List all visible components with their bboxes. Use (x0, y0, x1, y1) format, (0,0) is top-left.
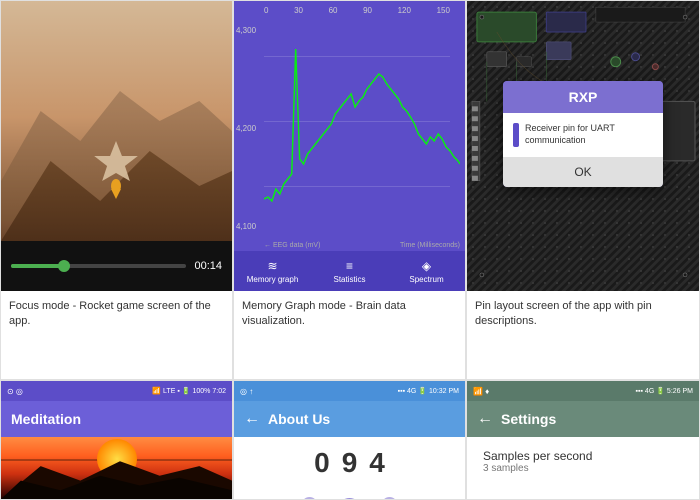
dialog-body: Receiver pin for UART communication (503, 113, 663, 157)
playback-time: 00:14 (194, 260, 222, 272)
memory-graph-screenshot: 4,300 4,200 4,100 0 30 60 90 120 150 ← E… (234, 1, 465, 291)
meditation-title: Meditation (11, 411, 81, 427)
settings-content: Samples per second 3 samples (467, 437, 699, 499)
about-status-bar: ◎ ↑ ▪▪▪ 4G 🔋 10:32 PM (234, 381, 465, 401)
settings-label: Samples per second (483, 449, 683, 463)
memory-graph-caption: Memory Graph mode - Brain data visualiza… (234, 291, 465, 380)
settings-title: Settings (501, 411, 556, 427)
settings-back-arrow-icon[interactable]: ← (477, 410, 493, 428)
tab-spectrum[interactable]: ◈ Spectrum (388, 259, 465, 284)
progress-bar-area: 00:14 (1, 241, 232, 291)
molecule-decoration (242, 485, 457, 499)
about-number-0: 0 (314, 449, 330, 477)
tab-memory-graph[interactable]: ≋ Memory graph (234, 259, 311, 284)
graph-tabs[interactable]: ≋ Memory graph ≡ Statistics ◈ Spectrum (234, 251, 465, 291)
about-number-1: 9 (342, 449, 358, 477)
statistics-icon: ≡ (346, 259, 353, 273)
meditation-status-bar: ⊙ ◎ 📶 LTE ▪ 🔋 100% 7:02 (1, 381, 232, 401)
focus-mode-screenshot: 00:14 (1, 1, 232, 291)
time-axis-label: Time (Milliseconds) (400, 242, 460, 249)
tab-statistics[interactable]: ≡ Statistics (311, 259, 388, 284)
progress-fill (11, 264, 64, 268)
settings-card: 📶 ♦ ▪▪▪ 4G 🔋 5:26 PM ← Settings Samples … (466, 380, 700, 500)
about-numbers-row: 0 9 4 (242, 445, 457, 481)
memory-graph-card: 4,300 4,200 4,100 0 30 60 90 120 150 ← E… (233, 0, 466, 380)
status-right: 📶 LTE ▪ 🔋 100% 7:02 (152, 387, 226, 395)
about-us-header: ← About Us (234, 401, 465, 437)
meditation-card: ⊙ ◎ 📶 LTE ▪ 🔋 100% 7:02 Meditation (0, 380, 233, 500)
focus-mode-card: 00:14 Focus mode - Rocket game screen of… (0, 0, 233, 380)
about-status-left: ◎ ↑ (240, 387, 253, 396)
progress-track (11, 264, 186, 268)
circuit-board-bg: RXP Receiver pin for UART communication … (467, 1, 699, 291)
pin-layout-caption: Pin layout screen of the app with pin de… (467, 291, 699, 380)
settings-status-bar: 📶 ♦ ▪▪▪ 4G 🔋 5:26 PM (467, 381, 699, 401)
focus-mode-caption: Focus mode - Rocket game screen of the a… (1, 291, 232, 380)
about-status-right: ▪▪▪ 4G 🔋 10:32 PM (398, 387, 459, 395)
meditation-header: Meditation (1, 401, 232, 437)
meditation-content (1, 437, 232, 499)
about-us-card: ◎ ↑ ▪▪▪ 4G 🔋 10:32 PM ← About Us 0 9 4 (233, 380, 466, 500)
eeg-axis-label: ← EEG data (mV) (264, 242, 320, 249)
progress-dot (58, 260, 70, 272)
status-left: ⊙ ◎ (7, 387, 23, 396)
settings-status-right: ▪▪▪ 4G 🔋 5:26 PM (636, 387, 693, 395)
pin-layout-card: RXP Receiver pin for UART communication … (466, 0, 700, 380)
settings-status-left: 📶 ♦ (473, 387, 489, 396)
spectrum-icon: ◈ (422, 259, 431, 273)
meditation-bg (1, 437, 232, 499)
x-axis-labels: 0 30 60 90 120 150 (264, 6, 450, 15)
dialog-footer[interactable]: OK (503, 157, 663, 187)
eeg-chart (264, 19, 460, 239)
about-us-content: 0 9 4 (234, 437, 465, 499)
meditation-mountains (1, 437, 232, 499)
about-us-title: About Us (268, 411, 330, 427)
settings-item: Samples per second 3 samples (475, 445, 691, 478)
dialog-body-text: Receiver pin for UART communication (525, 123, 653, 146)
dialog-ok-button[interactable]: OK (574, 165, 591, 179)
back-arrow-icon[interactable]: ← (244, 410, 260, 428)
settings-header: ← Settings (467, 401, 699, 437)
dialog-indicator (513, 123, 519, 147)
memory-graph-icon: ≋ (267, 259, 277, 273)
about-number-2: 4 (369, 449, 385, 477)
rxp-dialog: RXP Receiver pin for UART communication … (503, 81, 663, 187)
dialog-title: RXP (503, 81, 663, 113)
pin-layout-screenshot: RXP Receiver pin for UART communication … (467, 1, 699, 291)
y-axis-labels: 4,300 4,200 4,100 (236, 26, 256, 231)
settings-value: 3 samples (483, 463, 683, 474)
